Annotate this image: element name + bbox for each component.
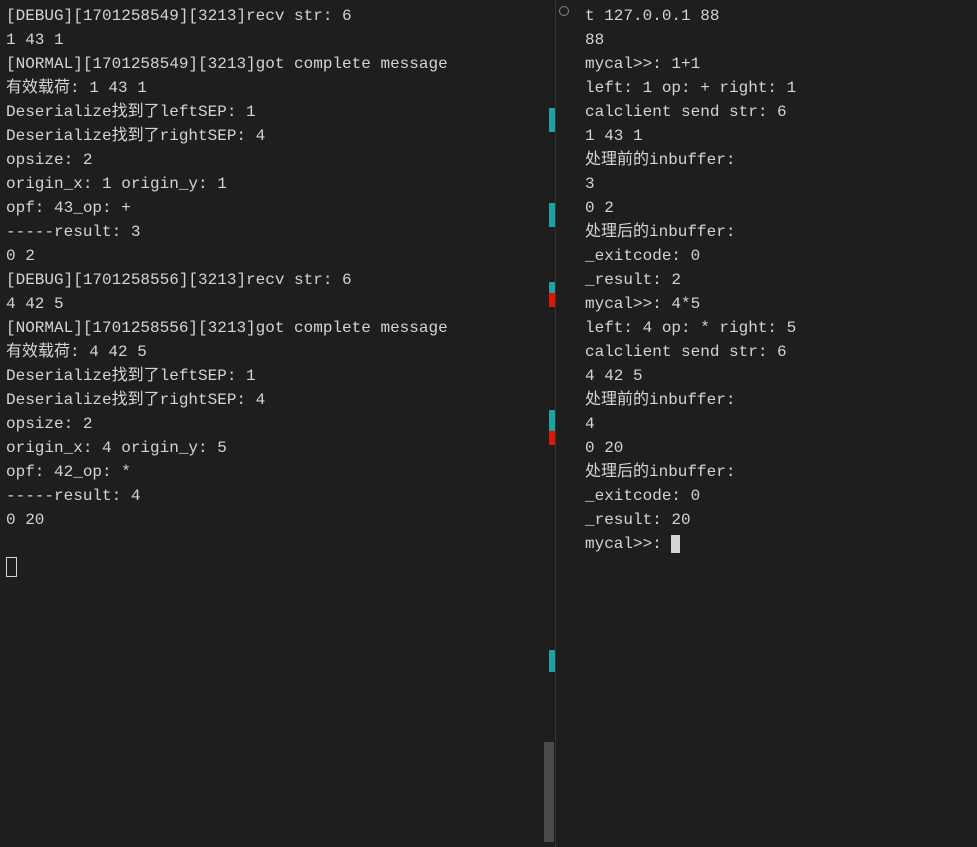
- terminal-line: calclient send str: 6: [585, 100, 969, 124]
- terminal-cursor-line: [6, 556, 549, 580]
- terminal-line: 处理后的inbuffer:: [585, 460, 969, 484]
- terminal-line: _exitcode: 0: [585, 244, 969, 268]
- terminal-line: 有效载荷: 4 42 5: [6, 340, 549, 364]
- terminal-line: origin_x: 1 origin_y: 1: [6, 172, 549, 196]
- terminal-line: origin_x: 4 origin_y: 5: [6, 436, 549, 460]
- terminal-line: left: 4 op: * right: 5: [585, 316, 969, 340]
- terminal-line: Deserialize找到了rightSEP: 4: [6, 124, 549, 148]
- terminal-line: 3: [585, 172, 969, 196]
- terminal-line: left: 1 op: + right: 1: [585, 76, 969, 100]
- terminal-line: opsize: 2: [6, 148, 549, 172]
- terminal-line: _result: 2: [585, 268, 969, 292]
- terminal-left-pane[interactable]: [DEBUG][1701258549][3213]recv str: 6 1 4…: [0, 0, 555, 847]
- terminal-line: 有效载荷: 1 43 1: [6, 76, 549, 100]
- terminal-line: [DEBUG][1701258556][3213]recv str: 6: [6, 268, 549, 292]
- terminal-right-pane[interactable]: t 127.0.0.1 88 88 mycal>>: 1+1 left: 1 o…: [573, 0, 977, 847]
- terminal-line: 4 42 5: [585, 364, 969, 388]
- terminal-line: opf: 42_op: *: [6, 460, 549, 484]
- terminal-line: Deserialize找到了leftSEP: 1: [6, 364, 549, 388]
- terminal-line: t 127.0.0.1 88: [585, 4, 969, 28]
- terminal-line: 处理前的inbuffer:: [585, 148, 969, 172]
- terminal-prompt-line: mycal>>:: [585, 532, 969, 556]
- terminal-line: 1 43 1: [585, 124, 969, 148]
- cursor-icon: [671, 535, 680, 553]
- terminal-line: 4: [585, 412, 969, 436]
- terminal-line: Deserialize找到了leftSEP: 1: [6, 100, 549, 124]
- terminal-line: 处理后的inbuffer:: [585, 220, 969, 244]
- terminal-line: _exitcode: 0: [585, 484, 969, 508]
- terminal-line: opf: 43_op: +: [6, 196, 549, 220]
- terminal-line: 0 20: [6, 508, 549, 532]
- terminal-line: Deserialize找到了rightSEP: 4: [6, 388, 549, 412]
- terminal-line: 4 42 5: [6, 292, 549, 316]
- split-gutter[interactable]: [555, 0, 573, 847]
- terminal-line: -----result: 3: [6, 220, 549, 244]
- breakpoint-icon[interactable]: [559, 6, 569, 16]
- terminal-line: 88: [585, 28, 969, 52]
- scrollbar-track[interactable]: [543, 0, 555, 847]
- terminal-line: [6, 532, 549, 556]
- terminal-line: calclient send str: 6: [585, 340, 969, 364]
- terminal-line: 0 2: [6, 244, 549, 268]
- terminal-line: mycal>>: 4*5: [585, 292, 969, 316]
- terminal-line: _result: 20: [585, 508, 969, 532]
- terminal-line: [NORMAL][1701258549][3213]got complete m…: [6, 52, 549, 76]
- terminal-line: 0 20: [585, 436, 969, 460]
- terminal-line: -----result: 4: [6, 484, 549, 508]
- terminal-line: [NORMAL][1701258556][3213]got complete m…: [6, 316, 549, 340]
- terminal-line: opsize: 2: [6, 412, 549, 436]
- cursor-icon: [6, 557, 17, 577]
- scrollbar-thumb[interactable]: [544, 742, 554, 842]
- prompt-text: mycal>>:: [585, 535, 671, 553]
- terminal-line: 0 2: [585, 196, 969, 220]
- terminal-line: 处理前的inbuffer:: [585, 388, 969, 412]
- terminal-line: mycal>>: 1+1: [585, 52, 969, 76]
- terminal-line: [DEBUG][1701258549][3213]recv str: 6: [6, 4, 549, 28]
- terminal-line: 1 43 1: [6, 28, 549, 52]
